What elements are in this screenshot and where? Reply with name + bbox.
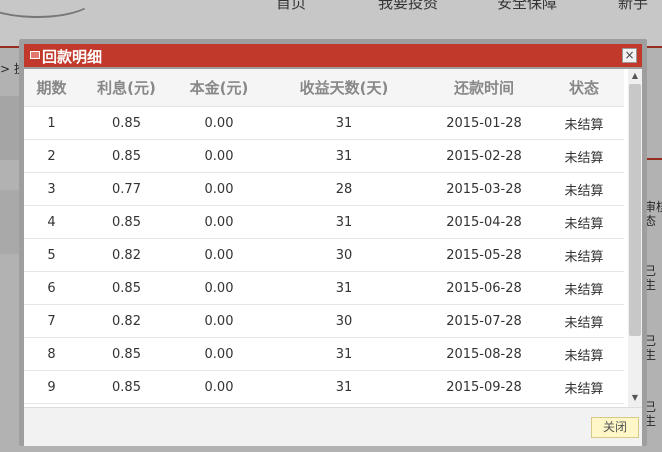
dialog-header: 回款明细 × — [24, 44, 642, 67]
repayment-table: 期数 利息(元) 本金(元) 收益天数(天) 还款时间 状态 1 0.85 0.00… — [24, 69, 624, 407]
cell-date: 2015-05-28 — [424, 238, 544, 272]
scroll-thumb[interactable] — [629, 84, 641, 336]
cell-interest: 0.82 — [79, 238, 174, 272]
dialog-title: 回款明细 — [42, 48, 103, 66]
table-row: 7 0.82 0.00 30 2015-07-28 未结算 — [24, 304, 624, 338]
cell-principal: 0.00 — [174, 238, 264, 272]
table-row: 8 0.85 0.00 31 2015-08-28 未结算 — [24, 337, 624, 371]
cell-date: 2015-08-28 — [424, 337, 544, 371]
cell-date: 2015-09-28 — [424, 370, 544, 404]
cell-days: 31 — [264, 337, 424, 371]
cell-interest: 0.85 — [79, 205, 174, 239]
cell-period: 8 — [24, 337, 79, 371]
cell-principal: 0.00 — [174, 370, 264, 404]
close-icon[interactable]: × — [622, 48, 637, 63]
cell-principal: 0.00 — [174, 172, 264, 206]
cell-principal: 0.00 — [174, 205, 264, 239]
scroll-up-arrow-icon[interactable]: ▲ — [628, 69, 642, 83]
cell-period: 5 — [24, 238, 79, 272]
repayment-detail-dialog: 回款明细 × 期数 利息(元) 本金(元) 收益天数(天) 还款时间 状态 1 … — [19, 39, 647, 446]
cell-days: 31 — [264, 370, 424, 404]
cell-status: 未结算 — [544, 271, 624, 305]
cell-interest: 0.85 — [79, 370, 174, 404]
close-button[interactable]: 关闭 — [591, 417, 639, 438]
cell-principal: 0.00 — [174, 106, 264, 140]
cell-days: 31 — [264, 139, 424, 173]
cell-period: 9 — [24, 370, 79, 404]
cell-days: 28 — [264, 172, 424, 206]
table-row: 1 0.85 0.00 31 2015-01-28 未结算 — [24, 106, 624, 140]
cell-date: 2015-01-28 — [424, 106, 544, 140]
table-row: 5 0.82 0.00 30 2015-05-28 未结算 — [24, 238, 624, 272]
table-row: 2 0.85 0.00 31 2015-02-28 未结算 — [24, 139, 624, 173]
column-header-period: 期数 — [24, 69, 79, 107]
cell-interest: 0.85 — [79, 106, 174, 140]
column-header-principal: 本金(元) — [174, 69, 264, 107]
table-row: 9 0.85 0.00 31 2015-09-28 未结算 — [24, 370, 624, 404]
cell-interest: 0.85 — [79, 139, 174, 173]
cell-period: 6 — [24, 271, 79, 305]
repayment-table-container[interactable]: 期数 利息(元) 本金(元) 收益天数(天) 还款时间 状态 1 0.85 0.00… — [24, 69, 624, 407]
table-header-row: 期数 利息(元) 本金(元) 收益天数(天) 还款时间 状态 — [24, 69, 624, 107]
dialog-footer: 关闭 — [24, 407, 642, 446]
column-header-date: 还款时间 — [424, 69, 544, 107]
cell-status: 未结算 — [544, 172, 624, 206]
cell-principal: 0.00 — [174, 337, 264, 371]
cell-principal: 0.00 — [174, 139, 264, 173]
table-row: 3 0.77 0.00 28 2015-03-28 未结算 — [24, 172, 624, 206]
cell-status: 未结算 — [544, 304, 624, 338]
cell-status: 未结算 — [544, 205, 624, 239]
cell-days: 31 — [264, 106, 424, 140]
scroll-down-arrow-icon[interactable]: ▼ — [628, 391, 642, 405]
table-row: 6 0.85 0.00 31 2015-06-28 未结算 — [24, 271, 624, 305]
cell-period: 7 — [24, 304, 79, 338]
window-icon — [30, 51, 40, 59]
cell-period: 2 — [24, 139, 79, 173]
cell-status: 未结算 — [544, 337, 624, 371]
cell-date: 2015-07-28 — [424, 304, 544, 338]
cell-status: 未结算 — [544, 370, 624, 404]
cell-principal: 0.00 — [174, 271, 264, 305]
table-row: 4 0.85 0.00 31 2015-04-28 未结算 — [24, 205, 624, 239]
vertical-scrollbar[interactable]: ▲ ▼ — [628, 69, 642, 407]
cell-interest: 0.85 — [79, 271, 174, 305]
cell-date: 2015-02-28 — [424, 139, 544, 173]
dialog-body: 期数 利息(元) 本金(元) 收益天数(天) 还款时间 状态 1 0.85 0.00… — [24, 69, 642, 446]
cell-interest: 0.82 — [79, 304, 174, 338]
cell-interest: 0.85 — [79, 337, 174, 371]
cell-date: 2015-04-28 — [424, 205, 544, 239]
cell-status: 未结算 — [544, 106, 624, 140]
cell-date: 2015-06-28 — [424, 271, 544, 305]
cell-status: 未结算 — [544, 238, 624, 272]
column-header-interest: 利息(元) — [79, 69, 174, 107]
cell-principal: 0.00 — [174, 304, 264, 338]
cell-period: 3 — [24, 172, 79, 206]
cell-days: 30 — [264, 304, 424, 338]
cell-days: 30 — [264, 238, 424, 272]
cell-period: 1 — [24, 106, 79, 140]
cell-date: 2015-03-28 — [424, 172, 544, 206]
column-header-status: 状态 — [544, 69, 624, 107]
column-header-days: 收益天数(天) — [264, 69, 424, 107]
cell-interest: 0.77 — [79, 172, 174, 206]
cell-status: 未结算 — [544, 139, 624, 173]
cell-period: 4 — [24, 205, 79, 239]
cell-days: 31 — [264, 271, 424, 305]
cell-days: 31 — [264, 205, 424, 239]
